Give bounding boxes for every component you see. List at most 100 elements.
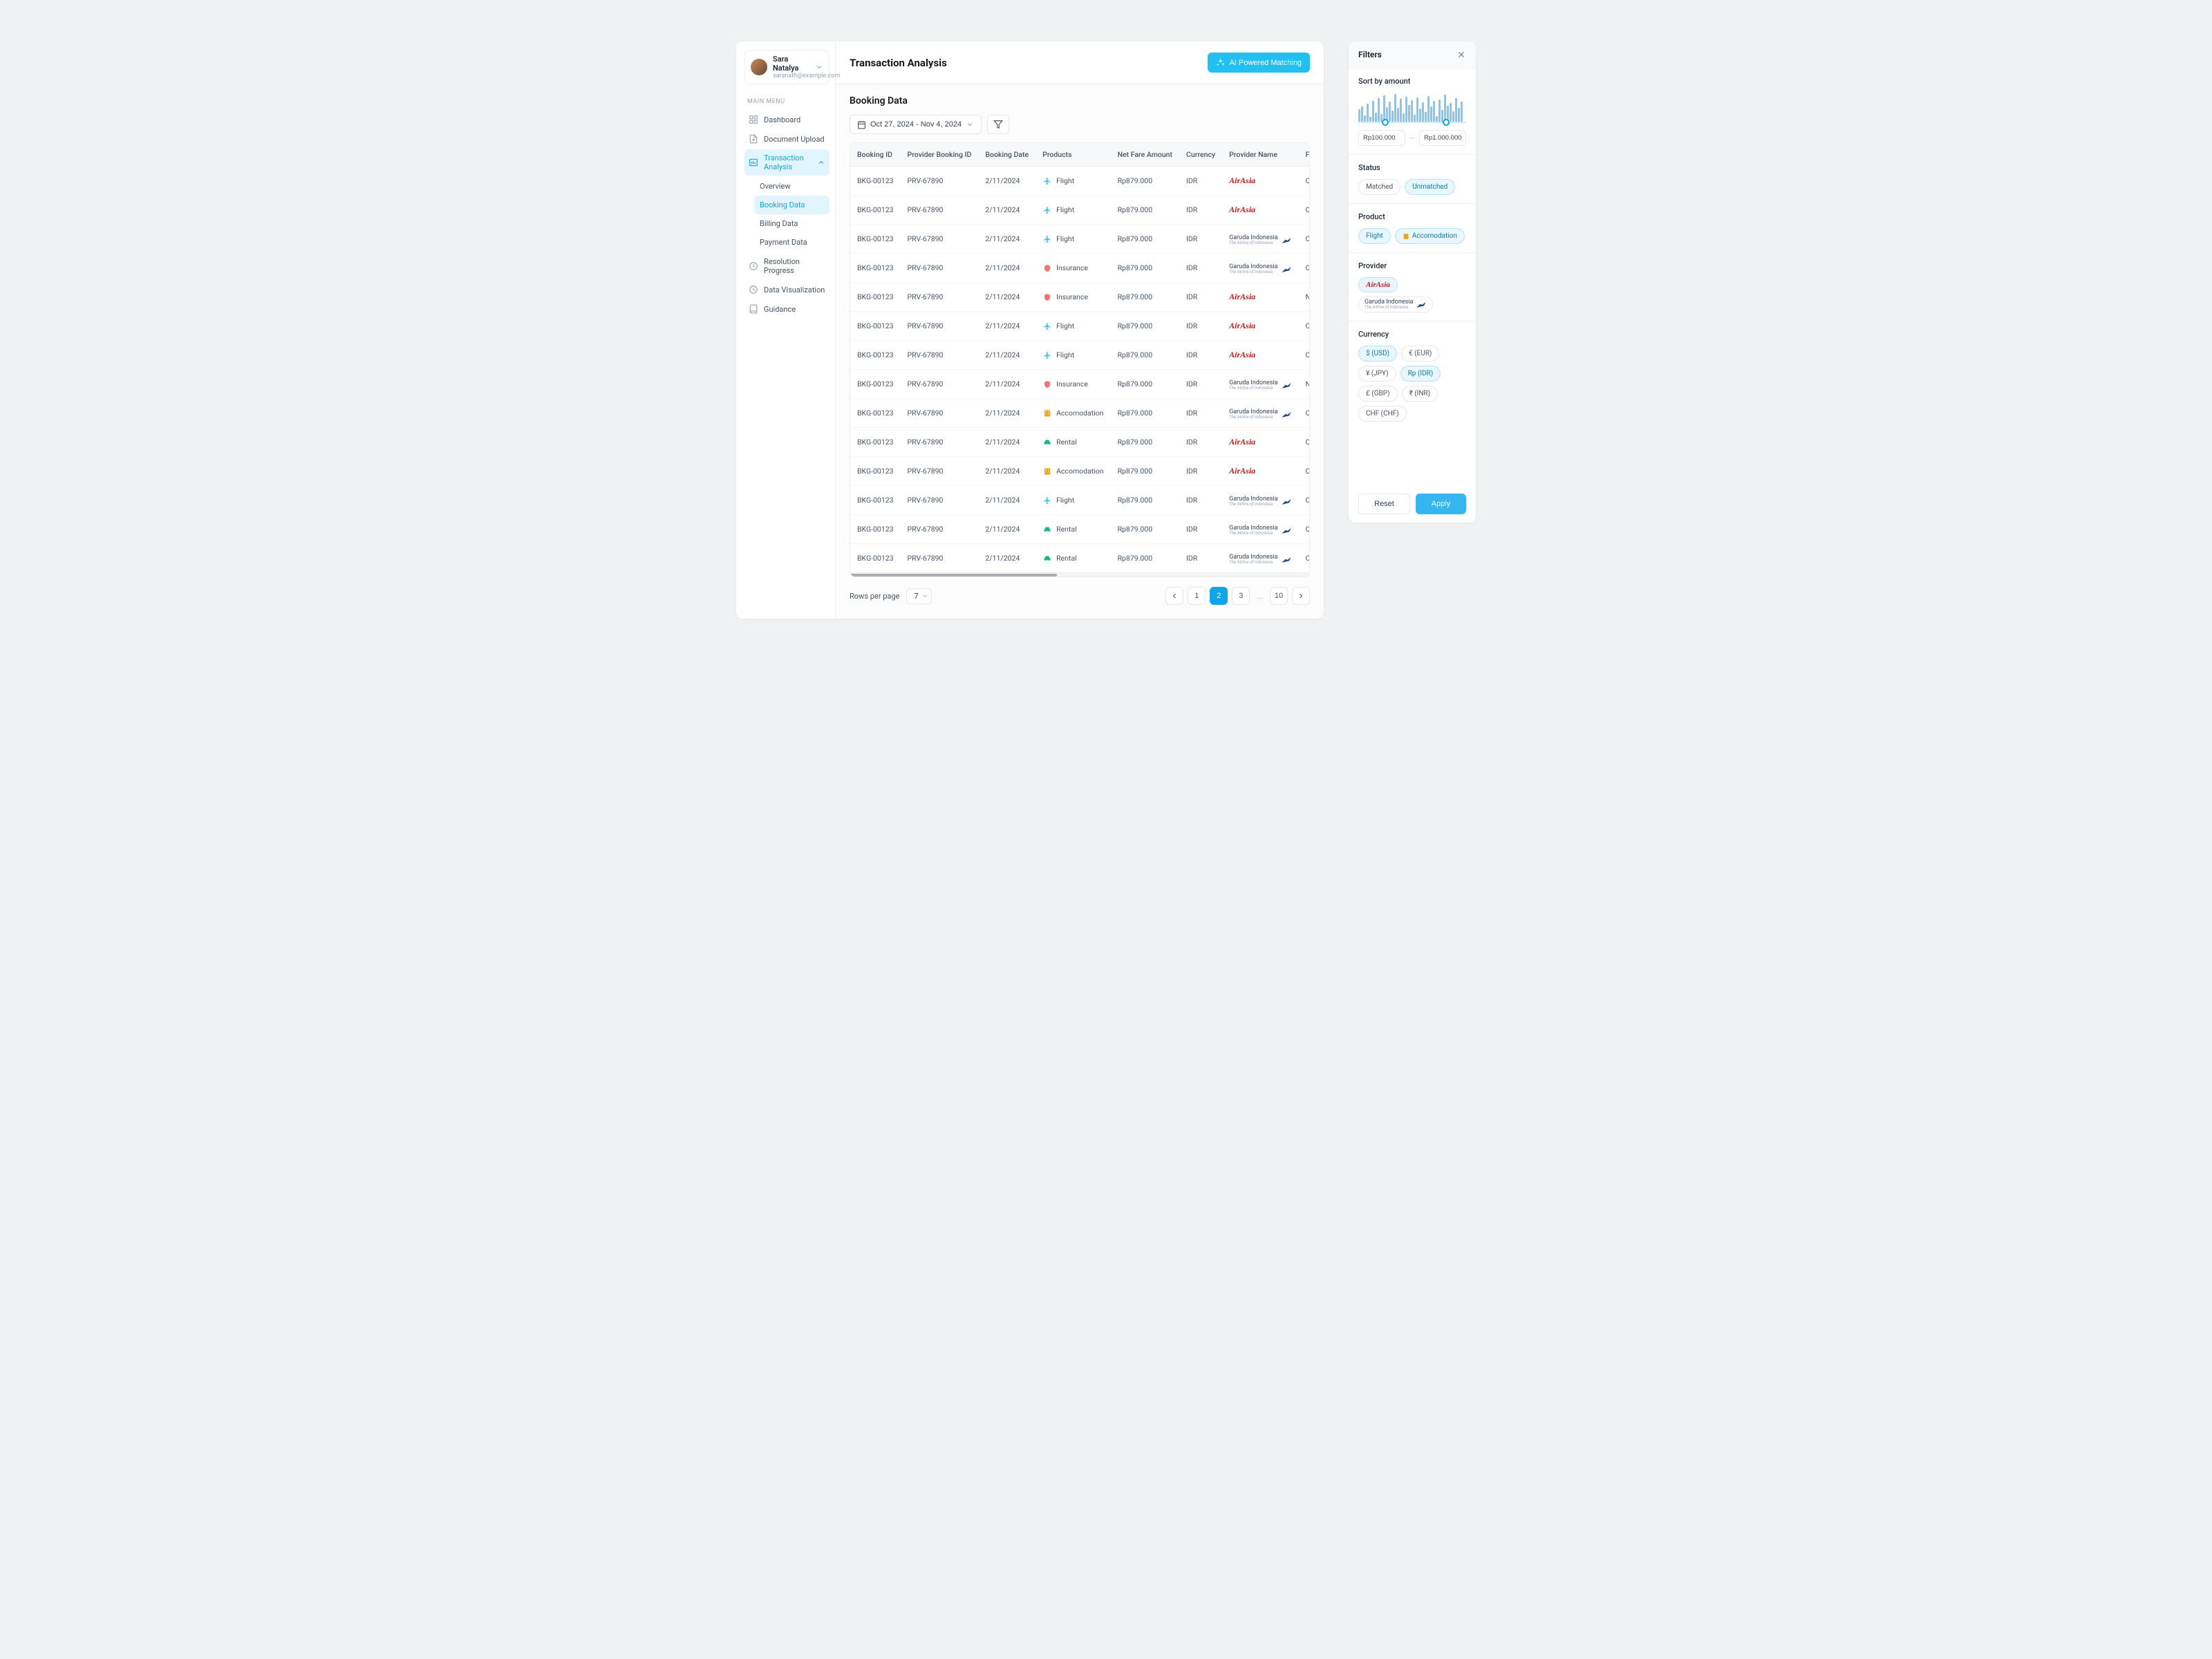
cell-booking-date: 2/11/2024 [978, 544, 1035, 573]
cell-booking-id: BKG-00123 [850, 196, 901, 225]
cell-net-fare: Rp879.000 [1111, 428, 1179, 457]
nav-dashboard[interactable]: Dashboard [744, 111, 830, 129]
subnav: Overview Booking Data Billing Data Payme… [744, 177, 830, 252]
date-range-button[interactable]: Oct 27, 2024 - Nov 4, 2024 [850, 115, 982, 134]
col-booking-date[interactable]: Booking Date [978, 143, 1035, 167]
filters-panel: Filters Sort by amount Status Matched Un… [1349, 41, 1476, 523]
subnav-payment-data[interactable]: Payment Data [754, 233, 830, 252]
nav-document-upload[interactable]: Document Upload [744, 130, 830, 148]
user-email: saranath@example.com [773, 73, 809, 79]
page-3-button[interactable]: 3 [1232, 587, 1250, 605]
cell-currency: IDR [1179, 196, 1222, 225]
cell-booking-id: BKG-00123 [850, 167, 901, 196]
page-1-button[interactable]: 1 [1188, 587, 1206, 605]
nav-transaction-analysis[interactable]: Transaction Analysis [744, 149, 830, 176]
table-header-row: Booking ID Provider Booking ID Booking D… [850, 143, 1310, 167]
cell-booking-id: BKG-00123 [850, 544, 901, 573]
ai-matching-button[interactable]: AI Powered Matching [1208, 53, 1310, 73]
cell-provider: Garuda IndonesiaThe Airline of Indonesia [1222, 515, 1298, 544]
page-next-button[interactable] [1292, 587, 1310, 605]
analysis-icon [749, 158, 758, 167]
table-row: BKG-00123PRV-678902/11/2024FlightRp879.0… [850, 486, 1310, 515]
chip-inr[interactable]: ₹ (INR) [1402, 386, 1438, 402]
cell-currency: IDR [1179, 225, 1222, 254]
col-provider-booking-id[interactable]: Provider Booking ID [901, 143, 979, 167]
nav-resolution-progress[interactable]: Resolution Progress [744, 253, 830, 279]
provider-garuda: Garuda IndonesiaThe Airline of Indonesia [1229, 264, 1291, 274]
cell-booking-id: BKG-00123 [850, 312, 901, 341]
cell-net-fare: Rp879.000 [1111, 167, 1179, 196]
col-products[interactable]: Products [1035, 143, 1110, 167]
cell-currency: IDR [1179, 312, 1222, 341]
filter-button[interactable] [987, 115, 1009, 134]
chip-matched[interactable]: Matched [1358, 179, 1400, 195]
product-label: Product [1358, 212, 1466, 221]
col-currency[interactable]: Currency [1179, 143, 1222, 167]
cell-booking-id: BKG-00123 [850, 399, 901, 428]
cell-booking-date: 2/11/2024 [978, 283, 1035, 312]
pagination: 1 2 3 ... 10 [1165, 587, 1310, 605]
cell-provider-booking-id: PRV-67890 [901, 370, 979, 399]
apply-button[interactable]: Apply [1416, 494, 1466, 514]
col-provider-name[interactable]: Provider Name [1222, 143, 1298, 167]
chip-gbp[interactable]: £ (GBP) [1358, 386, 1398, 402]
page-last-button[interactable]: 10 [1270, 587, 1288, 605]
reset-button[interactable]: Reset [1358, 494, 1410, 514]
page-2-button[interactable]: 2 [1210, 587, 1228, 605]
chip-jpy[interactable]: ¥ (JPY) [1358, 366, 1396, 382]
cell-booking-id: BKG-00123 [850, 457, 901, 486]
cell-provider-booking-id: PRV-67890 [901, 428, 979, 457]
cell-provider-booking-id: PRV-67890 [901, 225, 979, 254]
cell-net-fare: Rp879.000 [1111, 196, 1179, 225]
date-range-label: Oct 27, 2024 - Nov 4, 2024 [870, 120, 962, 129]
provider-garuda: Garuda IndonesiaThe Airline of Indonesia [1229, 380, 1291, 391]
chip-garuda[interactable]: Garuda IndonesiaThe Airline of Indonesia [1358, 297, 1433, 312]
avatar [751, 59, 767, 75]
cell-provider-booking-id: PRV-67890 [901, 283, 979, 312]
col-extra[interactable]: F [1299, 143, 1311, 167]
cell-provider: Garuda IndonesiaThe Airline of Indonesia [1222, 544, 1298, 573]
rows-per-page-select[interactable]: 7 [906, 588, 931, 604]
col-booking-id[interactable]: Booking ID [850, 143, 901, 167]
cell-provider: Garuda IndonesiaThe Airline of Indonesia [1222, 225, 1298, 254]
chip-chf[interactable]: CHF (CHF) [1358, 406, 1407, 422]
horizontal-scrollbar[interactable] [850, 572, 1309, 577]
sidebar: Sara Natalya saranath@example.com MAIN M… [736, 41, 836, 619]
subnav-booking-data[interactable]: Booking Data [754, 196, 830, 214]
cell-booking-date: 2/11/2024 [978, 254, 1035, 283]
nav-guidance[interactable]: Guidance [744, 300, 830, 318]
cell-provider-booking-id: PRV-67890 [901, 167, 979, 196]
chip-usd[interactable]: $ (USD) [1358, 346, 1397, 362]
cell-extra: C [1299, 428, 1311, 457]
chip-airasia[interactable]: AirAsia [1358, 277, 1398, 292]
chip-eur[interactable]: € (EUR) [1401, 346, 1439, 362]
calendar-icon [857, 120, 866, 129]
col-net-fare[interactable]: Net Fare Amount [1111, 143, 1179, 167]
table-row: BKG-00123PRV-678902/11/2024InsuranceRp87… [850, 283, 1310, 312]
nav-data-visualization[interactable]: Data Visualization [744, 281, 830, 299]
subnav-overview[interactable]: Overview [754, 177, 830, 196]
page-prev-button[interactable] [1165, 587, 1183, 605]
table-row: BKG-00123PRV-678902/11/2024FlightRp879.0… [850, 225, 1310, 254]
filter-product: Product Flight Accomodation Insurance Re… [1349, 204, 1476, 253]
cell-booking-date: 2/11/2024 [978, 341, 1035, 370]
chip-idr[interactable]: Rp (IDR) [1400, 366, 1441, 382]
insurance-icon [1042, 379, 1052, 389]
cell-currency: IDR [1179, 254, 1222, 283]
table-row: BKG-00123PRV-678902/11/2024RentalRp879.0… [850, 428, 1310, 457]
amount-max-input[interactable] [1419, 130, 1466, 146]
cell-currency: IDR [1179, 283, 1222, 312]
cell-booking-id: BKG-00123 [850, 341, 901, 370]
chip-unmatched[interactable]: Unmatched [1405, 179, 1455, 195]
chip-accomodation[interactable]: Accomodation [1395, 228, 1465, 244]
cell-product: Rental [1035, 515, 1110, 544]
amount-min-input[interactable] [1358, 130, 1405, 146]
amount-histogram[interactable] [1358, 93, 1466, 122]
subnav-billing-data[interactable]: Billing Data [754, 214, 830, 233]
user-card[interactable]: Sara Natalya saranath@example.com [744, 50, 830, 84]
close-icon[interactable] [1456, 50, 1466, 59]
cell-currency: IDR [1179, 428, 1222, 457]
chip-flight[interactable]: Flight [1358, 228, 1391, 244]
cell-provider-booking-id: PRV-67890 [901, 341, 979, 370]
chevron-down-icon [921, 592, 928, 599]
